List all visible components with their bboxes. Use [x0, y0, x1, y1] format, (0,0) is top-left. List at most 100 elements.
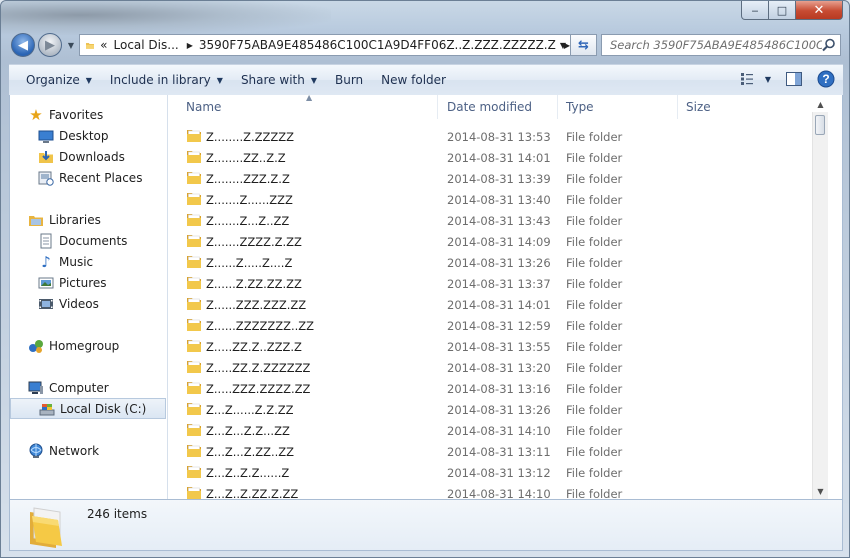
address-bar[interactable]: « Local Dis... ▶ 3590F75ABA9E485486C100C…	[79, 34, 571, 56]
column-header-name[interactable]: Name ▲	[168, 95, 438, 119]
search-icon[interactable]	[822, 38, 836, 52]
vertical-scrollbar[interactable]: ▲ ▼	[812, 100, 828, 499]
table-row[interactable]: Z.......Z......ZZZ 2014-08-31 13:40 File f…	[168, 189, 828, 210]
organize-menu[interactable]: Organize ▼	[17, 68, 101, 92]
table-row[interactable]: Z........ZZZ.Z.Z 2014-08-31 13:39 File fol…	[168, 168, 828, 189]
file-name: Z.......Z......ZZZ	[206, 192, 293, 207]
preview-pane-icon	[786, 72, 802, 86]
documents-icon	[40, 233, 52, 249]
nav-downloads[interactable]: Downloads	[38, 147, 125, 167]
table-row[interactable]: Z...Z..Z.ZZ.Z.ZZ 2014-08-31 14:10 File fol…	[168, 483, 828, 499]
table-row[interactable]: Z......Z.....Z....Z 2014-08-31 13:26 File …	[168, 252, 828, 273]
breadcrumb-current-folder[interactable]: 3590F75ABA9E485486C100C1A9D4FF06Z..Z.ZZZ…	[199, 38, 556, 52]
column-header-type[interactable]: Type	[558, 95, 678, 119]
nav-label: Documents	[59, 234, 128, 248]
recent-pages-dropdown[interactable]: ▼	[65, 39, 77, 51]
scroll-thumb[interactable]	[815, 115, 825, 135]
scroll-down-icon[interactable]: ▼	[813, 484, 828, 499]
folder-icon	[187, 130, 201, 142]
file-name: Z...Z..Z.Z......Z	[206, 465, 290, 480]
nav-libraries[interactable]: Libraries	[28, 210, 101, 230]
address-history-dropdown-icon[interactable]: ▼	[560, 41, 566, 50]
nav-label: Desktop	[59, 129, 109, 143]
file-date-modified: 2014-08-31 13:26	[447, 255, 551, 270]
table-row[interactable]: Z.....ZZ.Z..ZZZ.Z 2014-08-31 13:55 File fo…	[168, 336, 828, 357]
nav-computer[interactable]: Computer	[28, 378, 109, 398]
recent-places-icon	[38, 171, 54, 186]
nav-pictures[interactable]: Pictures	[38, 273, 107, 293]
breadcrumb-separator-icon[interactable]: ▶	[187, 41, 193, 50]
back-button[interactable]: ◀	[11, 33, 35, 57]
search-box[interactable]	[601, 34, 841, 56]
column-header-label: Type	[566, 100, 594, 114]
column-header-size[interactable]: Size	[678, 95, 810, 119]
table-row[interactable]: Z......Z.ZZ.ZZ.ZZ 2014-08-31 13:37 File fo…	[168, 273, 828, 294]
burn-button[interactable]: Burn	[326, 68, 372, 92]
file-name: Z......ZZZ.ZZZ.ZZ	[206, 297, 307, 312]
file-list: Name ▲ Date modified Type Size Z........…	[168, 95, 828, 499]
table-row[interactable]: Z......ZZZ.ZZZ.ZZ 2014-08-31 14:01 File fo…	[168, 294, 828, 315]
nav-favorites[interactable]: ★ Favorites	[28, 105, 103, 125]
file-date-modified: 2014-08-31 13:26	[447, 402, 551, 417]
file-name: Z........Z.ZZZZZ	[206, 129, 295, 144]
nav-homegroup[interactable]: Homegroup	[28, 336, 119, 356]
table-row[interactable]: Z...Z..Z.Z......Z 2014-08-31 13:12 File fo…	[168, 462, 828, 483]
file-date-modified: 2014-08-31 14:09	[447, 234, 551, 249]
nav-network[interactable]: Network	[28, 441, 99, 461]
breadcrumb-local-disk[interactable]: Local Dis...	[114, 38, 179, 52]
table-row[interactable]: Z...Z......Z.Z.ZZ 2014-08-31 13:26 File fo…	[168, 399, 828, 420]
forward-button[interactable]: ▶	[38, 33, 62, 57]
nav-videos[interactable]: Videos	[38, 294, 99, 314]
nav-music[interactable]: ♪ Music	[38, 252, 93, 272]
search-input[interactable]	[608, 37, 824, 53]
column-header-label: Size	[686, 100, 711, 114]
include-in-library-menu[interactable]: Include in library ▼	[101, 68, 232, 92]
refresh-button[interactable]: ⇆	[571, 34, 597, 56]
scroll-up-icon[interactable]: ▲	[813, 97, 828, 112]
chevron-down-icon: ▼	[310, 75, 317, 85]
table-row[interactable]: Z.......ZZZZ.Z.ZZ 2014-08-31 14:09 File fo…	[168, 231, 828, 252]
table-row[interactable]: Z.......Z...Z..ZZ 2014-08-31 13:43 File fo…	[168, 210, 828, 231]
table-row[interactable]: Z...Z...Z.ZZ..ZZ 2014-08-31 13:11 File fol…	[168, 441, 828, 462]
file-name: Z...Z...Z.Z...ZZ	[206, 423, 290, 438]
file-name: Z......ZZZZZZZ..ZZ	[206, 318, 315, 333]
folder-icon	[187, 487, 201, 499]
pictures-icon	[38, 277, 54, 289]
window-controls: ‒ □ ✕	[741, 1, 843, 20]
help-button[interactable]: ?	[815, 68, 837, 90]
table-row[interactable]: Z........Z.ZZZZZ 2014-08-31 13:53 File fol…	[168, 126, 828, 147]
file-date-modified: 2014-08-31 13:43	[447, 213, 551, 228]
minimize-button[interactable]: ‒	[741, 1, 769, 20]
nav-recent-places[interactable]: Recent Places	[38, 168, 142, 188]
table-row[interactable]: Z.....ZZZ.ZZZZ.ZZ 2014-08-31 13:16 File fo…	[168, 378, 828, 399]
column-header-date-modified[interactable]: Date modified	[438, 95, 558, 119]
arrow-right-icon: ▶	[45, 37, 55, 53]
file-date-modified: 2014-08-31 12:59	[447, 318, 551, 333]
address-overflow-chevron[interactable]: «	[100, 38, 107, 52]
nav-label: Recent Places	[59, 171, 143, 185]
homegroup-icon	[29, 340, 43, 353]
folder-icon	[187, 340, 201, 352]
table-row[interactable]: Z...Z...Z.Z...ZZ 2014-08-31 14:10 File fol…	[168, 420, 828, 441]
nav-local-disk[interactable]: Local Disk (C:)	[10, 398, 166, 419]
folder-icon	[187, 193, 201, 205]
nav-documents[interactable]: Documents	[38, 231, 127, 251]
share-with-menu[interactable]: Share with ▼	[232, 68, 326, 92]
file-name: Z...Z..Z.ZZ.Z.ZZ	[206, 486, 299, 500]
folder-icon	[187, 445, 201, 457]
table-row[interactable]: Z......ZZZZZZZ..ZZ 2014-08-31 12:59 File f…	[168, 315, 828, 336]
file-type: File folder	[566, 234, 623, 249]
nav-desktop[interactable]: Desktop	[38, 126, 109, 146]
table-row[interactable]: Z.....ZZ.Z.ZZZZZZ 2014-08-31 13:20 File fo…	[168, 357, 828, 378]
share-with-label: Share with	[240, 73, 305, 87]
file-type: File folder	[566, 255, 623, 270]
folder-icon	[187, 151, 201, 163]
change-view-button[interactable]: ▼	[739, 68, 773, 90]
preview-pane-button[interactable]	[783, 68, 805, 90]
maximize-button[interactable]: □	[769, 1, 796, 20]
new-folder-button[interactable]: New folder	[372, 68, 455, 92]
nav-label: Computer	[49, 381, 109, 395]
close-button[interactable]: ✕	[796, 1, 843, 20]
table-row[interactable]: Z........ZZ..Z.Z 2014-08-31 14:01 File fol…	[168, 147, 828, 168]
nav-label: Pictures	[59, 276, 107, 290]
